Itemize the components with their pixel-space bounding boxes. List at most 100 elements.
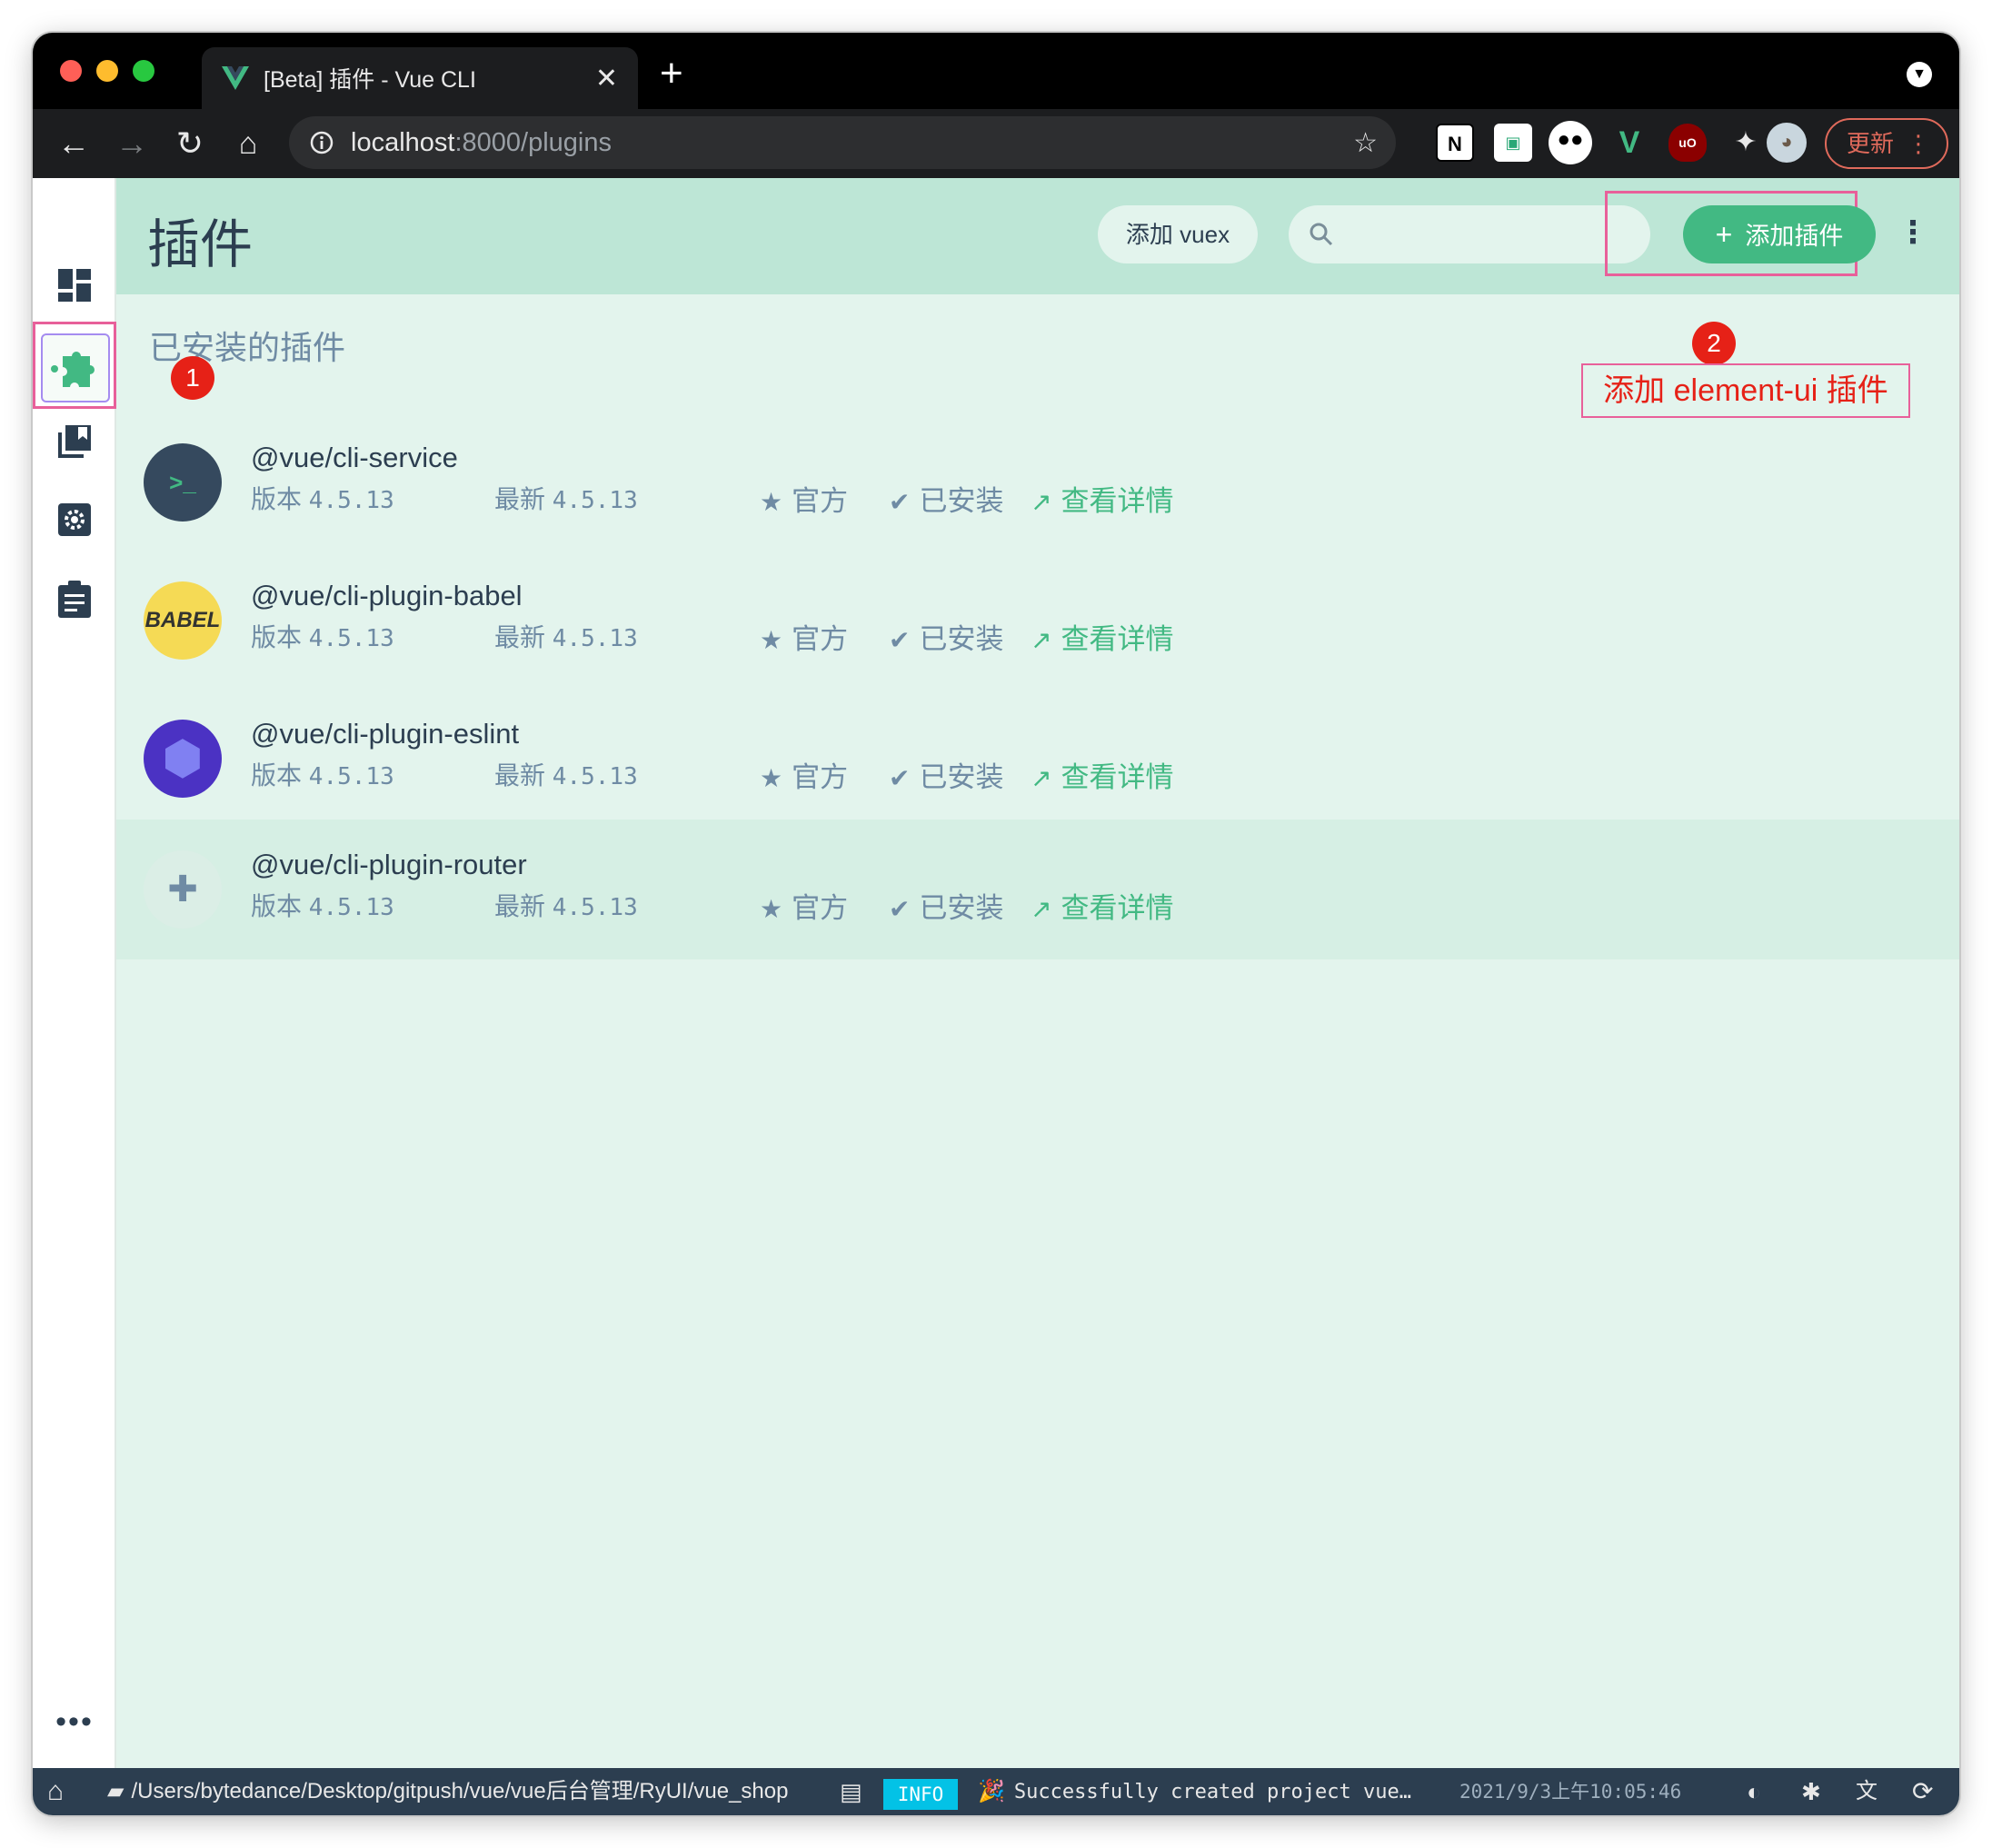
path-text: /Users/bytedance/Desktop/gitpush/vue/vue… bbox=[131, 1779, 789, 1803]
new-tab-button[interactable]: + bbox=[660, 51, 683, 96]
tab-close-icon[interactable]: ✕ bbox=[595, 63, 618, 94]
details-label: 查看详情 bbox=[1061, 761, 1174, 793]
view-details-link[interactable]: ↗ 查看详情 bbox=[1031, 616, 1173, 657]
official-badge: ★ 官方 bbox=[760, 616, 848, 657]
plugin-name: @vue/cli-plugin-eslint bbox=[251, 718, 520, 750]
refresh-icon[interactable]: ⟳ bbox=[1912, 1768, 1933, 1815]
installed-label: 已安装 bbox=[919, 761, 1004, 793]
annotation-badge-1: 1 bbox=[171, 356, 214, 400]
official-badge: ★ 官方 bbox=[760, 885, 848, 926]
dependencies-icon[interactable] bbox=[51, 418, 98, 465]
log-message-text: Successfully created project vue… bbox=[1013, 1781, 1411, 1803]
plugin-row[interactable]: BABEL @vue/cli-plugin-babel 版本 4.5.13 最新… bbox=[116, 563, 1959, 701]
installed-label: 已安装 bbox=[919, 892, 1004, 924]
bug-report-icon[interactable]: ✱ bbox=[1801, 1768, 1821, 1815]
installed-badge: ✔ 已安装 bbox=[889, 478, 1003, 519]
log-message[interactable]: 🎉 Successfully created project vue… bbox=[978, 1768, 1411, 1815]
configuration-icon[interactable] bbox=[51, 496, 98, 543]
project-path[interactable]: ▰ /Users/bytedance/Desktop/gitpush/vue/vu… bbox=[107, 1768, 788, 1815]
plugin-version: 版本 4.5.13 bbox=[251, 887, 394, 923]
annotation-label-2: 添加 element-ui 插件 bbox=[1581, 363, 1910, 418]
sidebar-item-plugins[interactable] bbox=[33, 322, 116, 409]
plugin-name: @vue/cli-service bbox=[251, 442, 458, 473]
update-button[interactable]: 更新 ⋮ bbox=[1825, 118, 1948, 169]
add-vuex-button[interactable]: 添加 vuex bbox=[1098, 205, 1258, 263]
minimize-window-button[interactable] bbox=[96, 60, 118, 82]
plugin-latest: 最新 4.5.13 bbox=[494, 618, 638, 654]
bitwarden-icon[interactable]: ●● bbox=[1549, 121, 1592, 164]
translate-icon[interactable]: 文 bbox=[1856, 1768, 1877, 1815]
more-icon[interactable]: ••• bbox=[51, 1704, 98, 1740]
plugin-version: 版本 4.5.13 bbox=[251, 480, 394, 516]
home-icon[interactable]: ⌂ bbox=[225, 118, 271, 169]
party-icon: 🎉 bbox=[978, 1779, 1005, 1803]
external-link-icon: ↗ bbox=[1031, 895, 1052, 923]
babel-logo-icon: BABEL bbox=[144, 581, 222, 660]
installed-label: 已安装 bbox=[919, 623, 1004, 655]
plugin-version: 版本 4.5.13 bbox=[251, 756, 394, 792]
check-circle-icon: ✔ bbox=[889, 764, 911, 792]
version-value: 4.5.13 bbox=[308, 625, 394, 652]
page-title: 插件 bbox=[147, 215, 254, 274]
details-label: 查看详情 bbox=[1061, 623, 1174, 655]
dashboard-icon[interactable] bbox=[51, 262, 98, 309]
notion-icon[interactable]: N bbox=[1436, 124, 1474, 162]
check-circle-icon: ✔ bbox=[889, 895, 911, 923]
installed-badge: ✔ 已安装 bbox=[889, 616, 1003, 657]
close-window-button[interactable] bbox=[60, 60, 82, 82]
tab-search-icon[interactable]: ▼ bbox=[1907, 62, 1932, 87]
reload-icon[interactable]: ↻ bbox=[167, 118, 213, 169]
view-details-link[interactable]: ↗ 查看详情 bbox=[1031, 885, 1173, 926]
plugin-search-input[interactable] bbox=[1289, 205, 1650, 263]
star-icon: ★ bbox=[760, 488, 783, 516]
browser-tab[interactable]: [Beta] 插件 - Vue CLI ✕ bbox=[202, 47, 638, 109]
maximize-window-button[interactable] bbox=[133, 60, 154, 82]
official-badge: ★ 官方 bbox=[760, 754, 848, 795]
check-circle-icon: ✔ bbox=[889, 626, 911, 654]
ublock-icon[interactable]: uO bbox=[1668, 124, 1707, 162]
details-label: 查看详情 bbox=[1061, 892, 1174, 924]
view-details-link[interactable]: ↗ 查看详情 bbox=[1031, 754, 1173, 795]
view-details-link[interactable]: ↗ 查看详情 bbox=[1031, 478, 1173, 519]
external-link-icon: ↗ bbox=[1031, 626, 1052, 654]
status-bar: ⌂ ▰ /Users/bytedance/Desktop/gitpush/vue/… bbox=[33, 1768, 1959, 1815]
installed-badge: ✔ 已安装 bbox=[889, 885, 1003, 926]
home-icon[interactable]: ⌂ bbox=[47, 1768, 64, 1815]
version-value: 4.5.13 bbox=[308, 894, 394, 921]
check-circle-icon: ✔ bbox=[889, 488, 911, 516]
log-timestamp: 2021/9/3上午10:05:46 bbox=[1459, 1781, 1682, 1803]
theme-toggle-icon[interactable]: ◐ bbox=[1747, 1768, 1761, 1815]
star-icon: ★ bbox=[760, 764, 783, 792]
extensions-puzzle-icon[interactable]: ✦ bbox=[1727, 124, 1765, 162]
external-link-icon: ↗ bbox=[1031, 764, 1052, 792]
official-label: 官方 bbox=[792, 623, 849, 655]
more-options-icon[interactable]: ⋮ bbox=[1897, 214, 1928, 251]
plugin-row-selected[interactable]: ✚ @vue/cli-plugin-router 版本 4.5.13 最新 4.… bbox=[116, 820, 1959, 959]
vue-devtools-icon[interactable]: V bbox=[1610, 124, 1648, 162]
add-plugin-button[interactable]: + 添加插件 bbox=[1683, 205, 1876, 263]
address-bar[interactable]: localhost:8000/plugins ☆ bbox=[289, 116, 1396, 169]
plugins-icon bbox=[41, 333, 110, 402]
tasks-icon[interactable] bbox=[51, 576, 98, 623]
qr-extension-icon[interactable]: ▣ bbox=[1494, 124, 1532, 162]
router-plugin-puzzle-icon: ✚ bbox=[144, 850, 222, 929]
official-label: 官方 bbox=[792, 761, 849, 793]
version-value: 4.5.13 bbox=[308, 487, 394, 514]
folder-icon: ▰ bbox=[107, 1779, 124, 1803]
site-info-icon[interactable] bbox=[309, 130, 334, 155]
tab-bar: [Beta] 插件 - Vue CLI ✕ + ▼ bbox=[33, 33, 1959, 109]
latest-label: 最新 bbox=[494, 485, 546, 513]
plugin-name: @vue/cli-plugin-babel bbox=[251, 580, 523, 611]
latest-label: 最新 bbox=[494, 623, 546, 651]
profile-avatar[interactable]: ◕ bbox=[1767, 123, 1807, 163]
tab-title: [Beta] 插件 - Vue CLI bbox=[264, 67, 476, 93]
forward-icon[interactable]: → bbox=[109, 118, 154, 169]
bookmark-star-icon[interactable]: ☆ bbox=[1353, 127, 1378, 159]
console-log-icon[interactable]: ▤ bbox=[840, 1768, 862, 1815]
plugin-latest: 最新 4.5.13 bbox=[494, 756, 638, 792]
star-icon: ★ bbox=[760, 895, 783, 923]
url-text[interactable]: localhost:8000/plugins bbox=[351, 128, 612, 158]
plugin-row[interactable]: >_ @vue/cli-service 版本 4.5.13 最新 4.5.13 … bbox=[116, 425, 1959, 563]
back-icon[interactable]: ← bbox=[51, 118, 96, 169]
version-value: 4.5.13 bbox=[308, 763, 394, 790]
